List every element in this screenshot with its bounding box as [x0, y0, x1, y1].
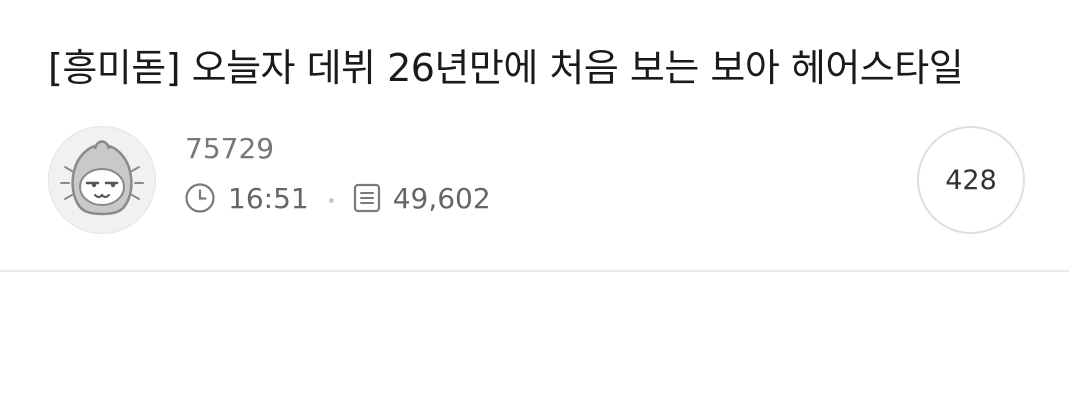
post-time: 16:51 — [228, 181, 309, 215]
view-count: 49,602 — [392, 181, 491, 215]
avatar-character-icon — [60, 140, 144, 216]
post-header: [흥미돋] 오늘자 데뷔 26년만에 처음 보는 보아 헤어스타일 75729 … — [0, 0, 1069, 272]
author-name[interactable]: 75729 — [185, 130, 274, 168]
author-avatar[interactable] — [48, 126, 156, 234]
post-meta: 16:51 49,602 — [184, 176, 491, 220]
post-title: [흥미돋] 오늘자 데뷔 26년만에 처음 보는 보아 헤어스타일 — [48, 46, 964, 90]
meta-separator — [328, 197, 334, 203]
clock-icon — [184, 182, 216, 214]
document-icon — [352, 182, 382, 214]
comment-count-button[interactable]: 428 — [917, 126, 1025, 234]
